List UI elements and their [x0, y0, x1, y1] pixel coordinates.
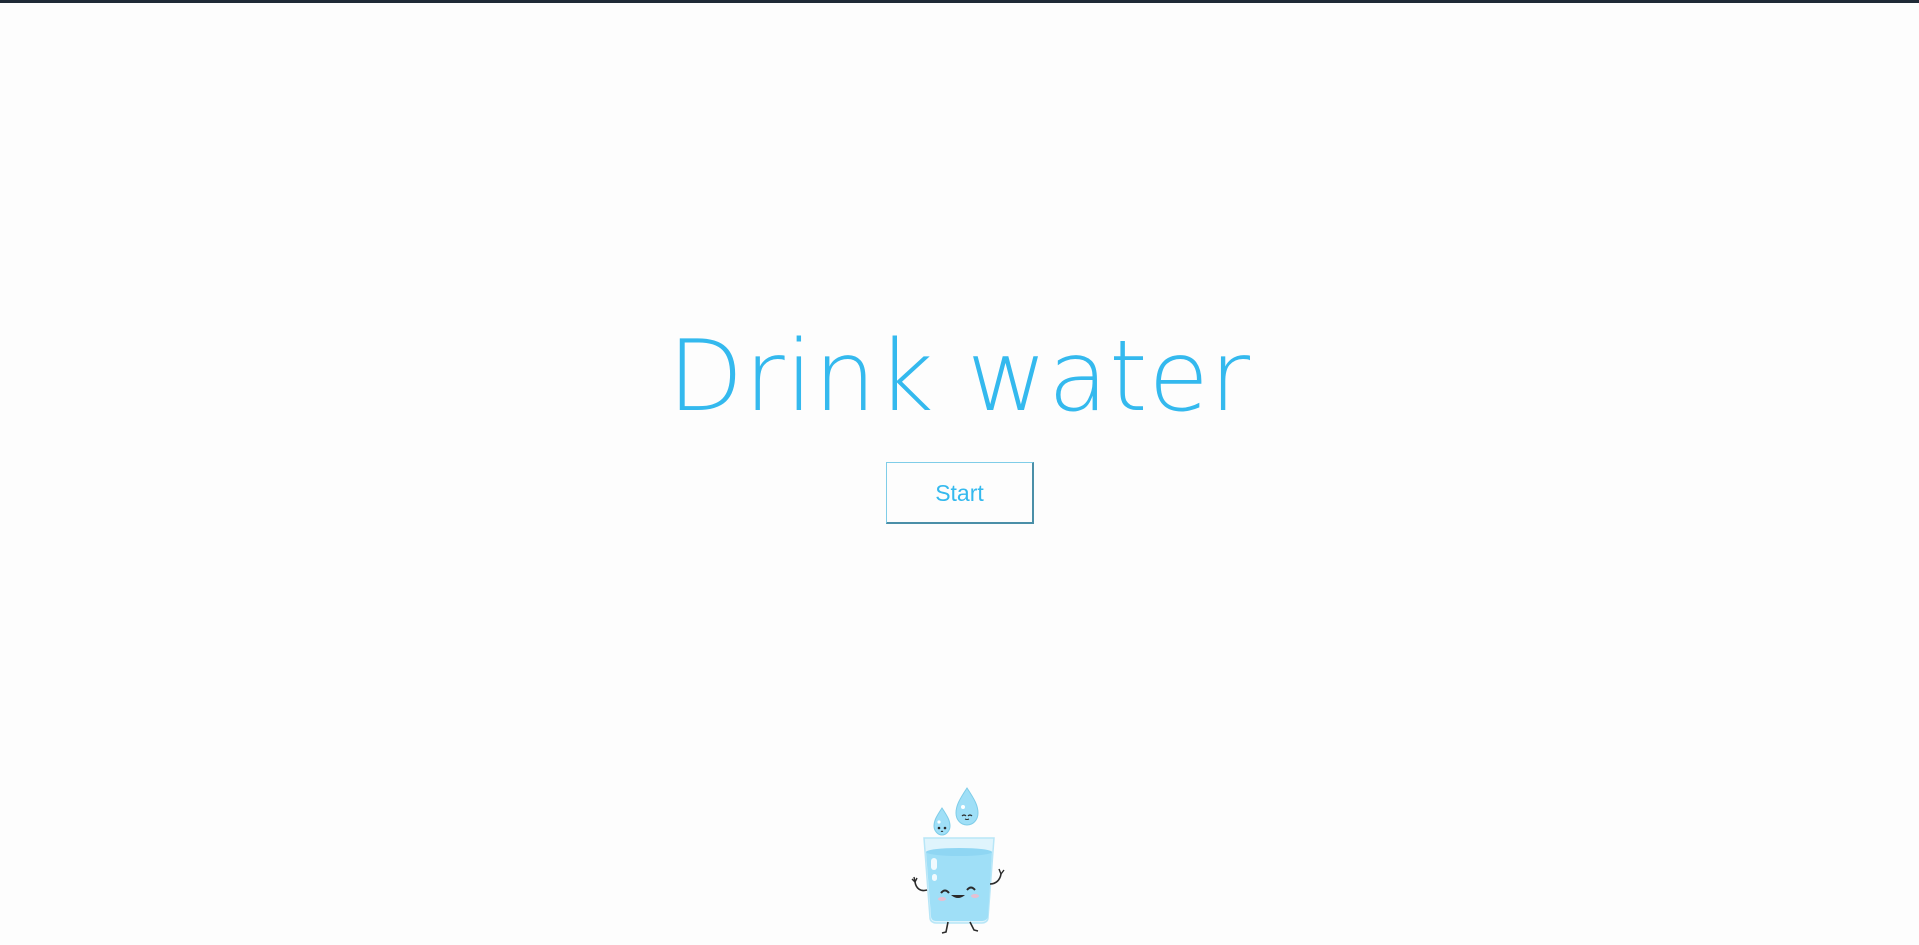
start-button[interactable]: Start: [886, 462, 1034, 524]
page-title: Drink water: [667, 320, 1252, 434]
water-glass-mascot-icon: [904, 780, 1024, 940]
top-bar: [0, 0, 1919, 3]
